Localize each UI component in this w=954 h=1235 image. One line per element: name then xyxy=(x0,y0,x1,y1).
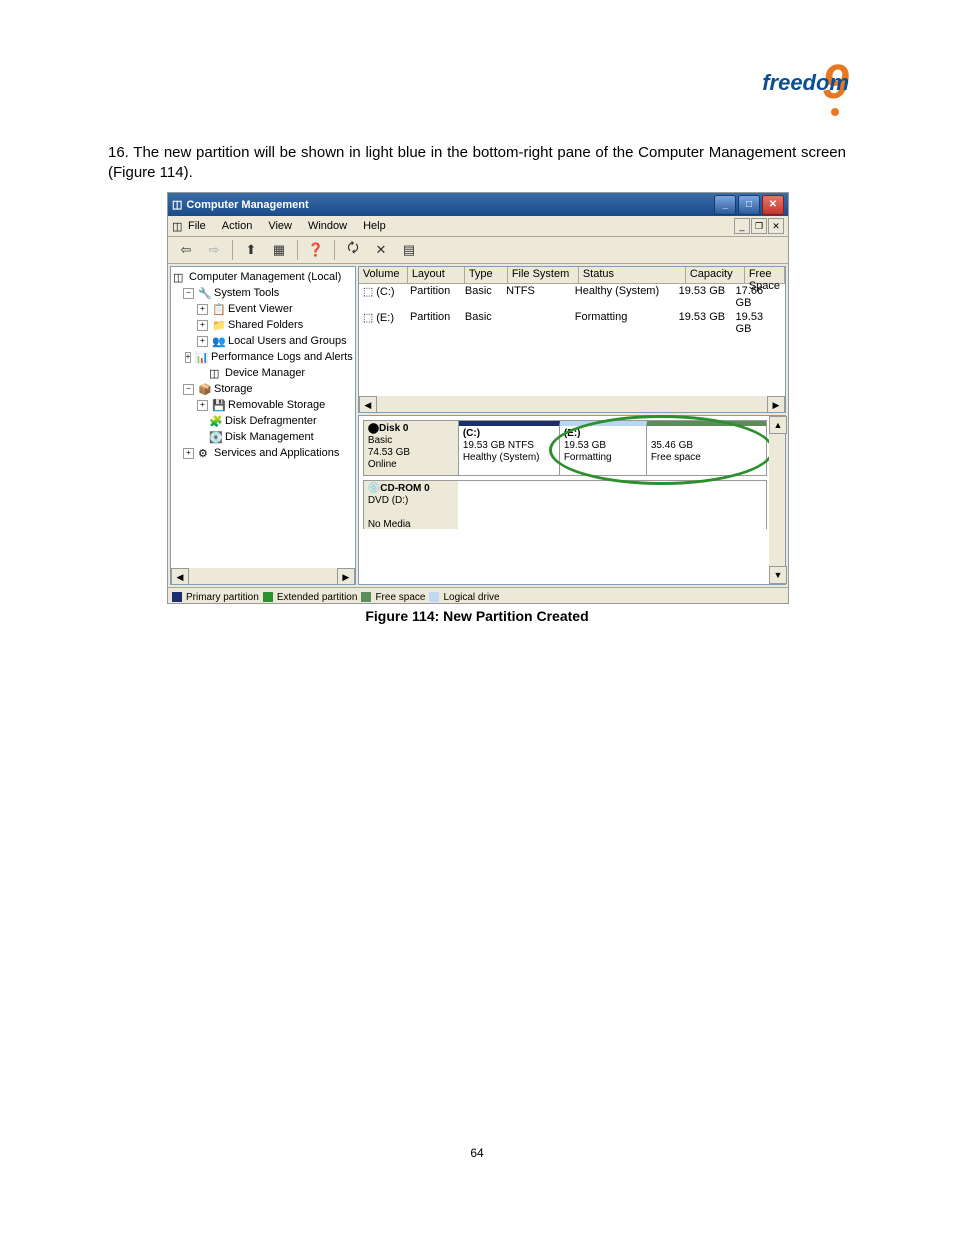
tree-shared-folders[interactable]: +📁Shared Folders xyxy=(173,317,353,333)
minimize-button[interactable]: _ xyxy=(714,195,736,215)
col-capacity[interactable]: Capacity xyxy=(686,267,745,284)
col-volume[interactable]: Volume xyxy=(359,267,408,284)
tree-removable[interactable]: +💾Removable Storage xyxy=(173,397,353,413)
disk0-row: ⬤Disk 0 Basic 74.53 GB Online (C:) 19.53… xyxy=(363,420,767,476)
partition-e[interactable]: (E:) 19.53 GB Formatting xyxy=(560,421,647,475)
mdi-restore[interactable]: ❐ xyxy=(751,218,767,234)
close-button[interactable]: ✕ xyxy=(762,195,784,215)
tree-scroll-right[interactable]: ▶ xyxy=(337,568,355,585)
disk0-info: ⬤Disk 0 Basic 74.53 GB Online xyxy=(364,421,459,475)
menu-window[interactable]: Window xyxy=(308,220,347,232)
volume-row-e[interactable]: ⬚ (E:) Partition Basic Formatting 19.53 … xyxy=(359,310,785,336)
legend: Primary partition Extended partition Fre… xyxy=(168,587,788,604)
tree-system-tools[interactable]: −🔧System Tools xyxy=(173,285,353,301)
disk-scroll-down[interactable]: ▼ xyxy=(769,566,787,584)
menu-bar: ◫ File Action View Window Help _ ❐ ✕ xyxy=(168,216,788,237)
col-type[interactable]: Type xyxy=(465,267,508,284)
delete-button[interactable]: ✕ xyxy=(369,238,393,262)
forward-button[interactable]: ⇨ xyxy=(202,238,226,262)
up-button[interactable]: ⬆ xyxy=(239,238,263,262)
disk-pane: ⬤Disk 0 Basic 74.53 GB Online (C:) 19.53… xyxy=(358,415,786,585)
vol-scroll-left[interactable]: ◀ xyxy=(359,396,377,413)
menu-view[interactable]: View xyxy=(268,220,292,232)
legend-primary: Primary partition xyxy=(186,592,259,603)
menu-file[interactable]: File xyxy=(188,220,206,232)
legend-logical: Logical drive xyxy=(443,592,499,603)
screenshot-window: ◫ Computer Management _ □ ✕ ◫ File Actio… xyxy=(167,192,789,604)
col-layout[interactable]: Layout xyxy=(408,267,465,284)
window-title: Computer Management xyxy=(186,199,308,211)
col-freespace[interactable]: Free Space xyxy=(745,267,785,284)
col-status[interactable]: Status xyxy=(579,267,686,284)
help-button[interactable]: ❓ xyxy=(304,238,328,262)
tree-local-users[interactable]: +👥Local Users and Groups xyxy=(173,333,353,349)
menu-help[interactable]: Help xyxy=(363,220,386,232)
tree-perf-logs[interactable]: +📊Performance Logs and Alerts xyxy=(173,349,353,365)
tree-services[interactable]: +⚙Services and Applications xyxy=(173,445,353,461)
window-icon: ◫ xyxy=(172,198,182,211)
figure-caption: Figure 114: New Partition Created xyxy=(0,608,954,624)
tree-device-mgr[interactable]: ◫Device Manager xyxy=(173,365,353,381)
tree-defrag[interactable]: 🧩Disk Defragmenter xyxy=(173,413,353,429)
logo-text: freedom xyxy=(762,70,849,96)
legend-free: Free space xyxy=(375,592,425,603)
legend-extended-icon xyxy=(263,592,273,602)
page-number: 64 xyxy=(0,1146,954,1160)
volume-list: Volume Layout Type File System Status Ca… xyxy=(358,266,786,413)
legend-extended: Extended partition xyxy=(277,592,358,603)
refresh-button[interactable]: 🗘 xyxy=(341,238,365,262)
disk-scroll-up[interactable]: ▲ xyxy=(769,416,787,434)
title-bar: ◫ Computer Management _ □ ✕ xyxy=(168,193,788,216)
tree-scroll-left[interactable]: ◀ xyxy=(171,568,189,585)
toolbar: ⇦ ⇨ ⬆ ▦ ❓ 🗘 ✕ ▤ xyxy=(168,237,788,264)
tree-event-viewer[interactable]: +📋Event Viewer xyxy=(173,301,353,317)
vol-scroll-right[interactable]: ▶ xyxy=(767,396,785,413)
cdrom-row: 💿CD-ROM 0 DVD (D:) No Media xyxy=(363,480,767,529)
col-filesystem[interactable]: File System xyxy=(508,267,579,284)
logo-dot xyxy=(831,108,839,116)
back-button[interactable]: ⇦ xyxy=(174,238,198,262)
tree-storage[interactable]: −📦Storage xyxy=(173,381,353,397)
tree-root[interactable]: ◫Computer Management (Local) xyxy=(173,269,353,285)
volume-row-c[interactable]: ⬚ (C:) Partition Basic NTFS Healthy (Sys… xyxy=(359,284,785,310)
partition-c[interactable]: (C:) 19.53 GB NTFS Healthy (System) xyxy=(459,421,560,475)
tree-pane: ◫Computer Management (Local) −🔧System To… xyxy=(170,266,356,585)
volume-header: Volume Layout Type File System Status Ca… xyxy=(359,267,785,284)
mdi-close[interactable]: ✕ xyxy=(768,218,784,234)
maximize-button[interactable]: □ xyxy=(738,195,760,215)
step-text: 16. The new partition will be shown in l… xyxy=(108,143,846,184)
legend-free-icon xyxy=(361,592,371,602)
mdi-minimize[interactable]: _ xyxy=(734,218,750,234)
menu-action[interactable]: Action xyxy=(222,220,253,232)
show-hide-button[interactable]: ▦ xyxy=(267,238,291,262)
tree-disk-mgmt[interactable]: 💽Disk Management xyxy=(173,429,353,445)
window-icon-small: ◫ xyxy=(172,220,182,233)
cdrom-info: 💿CD-ROM 0 DVD (D:) No Media xyxy=(364,481,458,529)
legend-primary-icon xyxy=(172,592,182,602)
properties-button[interactable]: ▤ xyxy=(397,238,421,262)
free-space[interactable]: 35.46 GB Free space xyxy=(647,421,766,475)
legend-logical-icon xyxy=(429,592,439,602)
